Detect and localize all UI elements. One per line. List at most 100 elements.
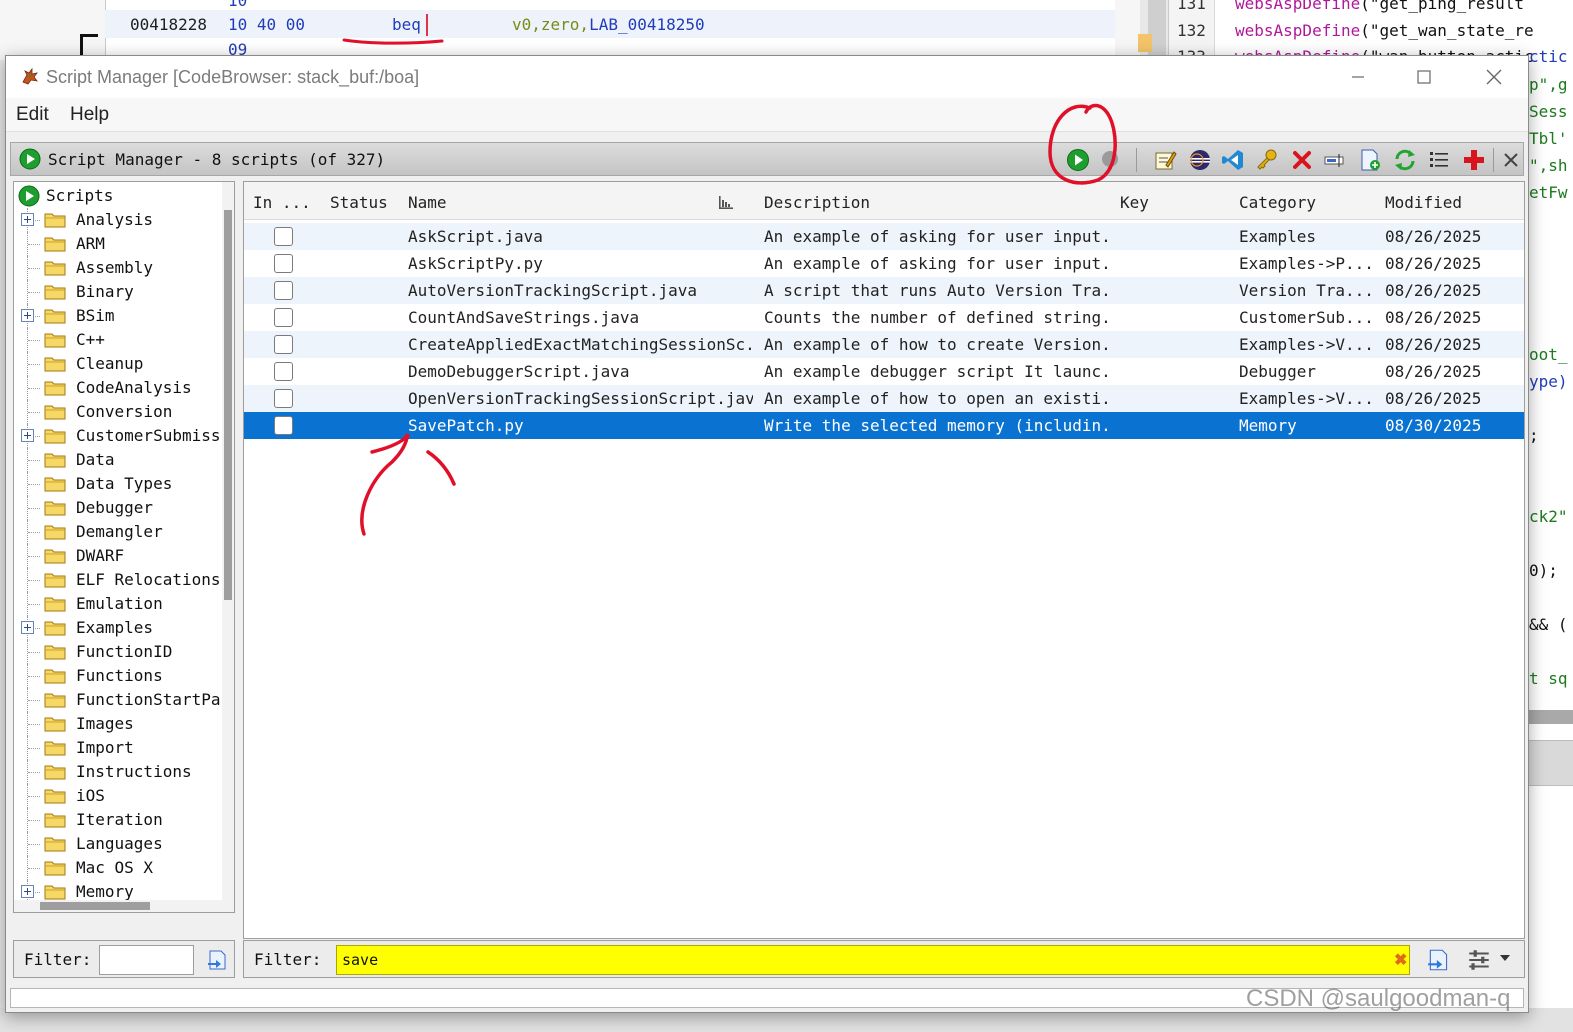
scripts-root-icon bbox=[18, 185, 40, 207]
menu-help[interactable]: Help bbox=[70, 104, 109, 126]
tree-item[interactable]: BSim bbox=[14, 304, 214, 328]
tree-item[interactable]: Functions bbox=[14, 664, 214, 688]
tree-item-label: DWARF bbox=[76, 546, 125, 565]
new-script-button[interactable] bbox=[1357, 147, 1383, 173]
expand-toggle-icon[interactable] bbox=[21, 885, 34, 898]
sort-ascending-icon[interactable] bbox=[717, 193, 735, 211]
window-titlebar[interactable]: Script Manager [CodeBrowser: stack_buf:/… bbox=[6, 56, 1528, 98]
eclipse-button[interactable] bbox=[1187, 147, 1213, 173]
vscode-button[interactable] bbox=[1220, 147, 1246, 173]
listing-marker[interactable] bbox=[1138, 34, 1152, 52]
decompiler-code-line[interactable]: websAspDefine("get_wan_state_re bbox=[1235, 21, 1534, 40]
tree-item[interactable]: FunctionID bbox=[14, 640, 214, 664]
run-script-button[interactable] bbox=[1065, 147, 1091, 173]
column-header-key[interactable]: Key bbox=[1120, 193, 1149, 212]
menu-edit[interactable]: Edit bbox=[16, 104, 49, 126]
add-script-button[interactable] bbox=[1461, 147, 1487, 173]
table-row[interactable]: OpenVersionTrackingSessionScript.java An … bbox=[244, 385, 1524, 412]
tree-item[interactable]: Analysis bbox=[14, 208, 214, 232]
script-filter-input[interactable] bbox=[336, 945, 1410, 975]
table-row[interactable]: DemoDebuggerScript.java An example debugg… bbox=[244, 358, 1524, 385]
script-directories-button[interactable] bbox=[1426, 147, 1452, 173]
tree-item[interactable]: iOS bbox=[14, 784, 214, 808]
category-filter-options-icon[interactable] bbox=[206, 948, 230, 972]
tree-item[interactable]: Mac OS X bbox=[14, 856, 214, 880]
in-toolbar-checkbox[interactable] bbox=[274, 308, 293, 327]
listing-operands[interactable]: v0,zero,LAB_00418250 bbox=[512, 15, 705, 34]
in-toolbar-checkbox[interactable] bbox=[274, 389, 293, 408]
rename-script-button[interactable] bbox=[1322, 147, 1348, 173]
tree-item[interactable]: Examples bbox=[14, 616, 214, 640]
tree-item[interactable]: Data bbox=[14, 448, 214, 472]
tree-item[interactable]: Demangler bbox=[14, 520, 214, 544]
in-toolbar-checkbox[interactable] bbox=[274, 416, 293, 435]
column-header-category[interactable]: Category bbox=[1239, 193, 1316, 212]
delete-script-button[interactable] bbox=[1289, 147, 1315, 173]
in-toolbar-checkbox[interactable] bbox=[274, 281, 293, 300]
column-header-status[interactable]: Status bbox=[330, 193, 388, 212]
table-row[interactable]: AutoVersionTrackingScript.java A script t… bbox=[244, 277, 1524, 304]
expand-toggle-icon[interactable] bbox=[21, 429, 34, 442]
expand-toggle-icon[interactable] bbox=[21, 213, 34, 226]
minimize-button[interactable] bbox=[1328, 60, 1388, 94]
tree-item[interactable]: Instructions bbox=[14, 760, 214, 784]
tree-item[interactable]: Iteration bbox=[14, 808, 214, 832]
clear-filter-icon[interactable]: ✖ bbox=[1394, 950, 1407, 970]
tree-vertical-scrollbar[interactable] bbox=[222, 182, 234, 912]
category-filter-input[interactable] bbox=[99, 945, 194, 975]
tree-item[interactable]: Images bbox=[14, 712, 214, 736]
run-last-script-button[interactable] bbox=[1097, 147, 1123, 173]
refresh-button[interactable] bbox=[1392, 147, 1418, 173]
table-row[interactable]: CreateAppliedExactMatchingSessionSc... An… bbox=[244, 331, 1524, 358]
tree-item[interactable]: Cleanup bbox=[14, 352, 214, 376]
column-header-in-toolbar[interactable]: In ... bbox=[253, 193, 311, 212]
in-toolbar-checkbox[interactable] bbox=[274, 362, 293, 381]
tree-item[interactable]: Languages bbox=[14, 832, 214, 856]
table-row[interactable]: AskScriptPy.py An example of asking for u… bbox=[244, 250, 1524, 277]
table-row[interactable]: CountAndSaveStrings.java Counts the numbe… bbox=[244, 304, 1524, 331]
tree-horizontal-scrollbar[interactable] bbox=[14, 900, 222, 912]
in-toolbar-checkbox[interactable] bbox=[274, 254, 293, 273]
column-header-modified[interactable]: Modified bbox=[1385, 193, 1462, 212]
run-script-icon bbox=[1067, 149, 1089, 171]
decompiler-code-line[interactable]: websAspDefine("get_ping_result bbox=[1235, 0, 1524, 13]
maximize-button[interactable] bbox=[1394, 60, 1454, 94]
decompiler-hscrollbar[interactable] bbox=[1527, 710, 1573, 724]
table-row[interactable]: AskScript.java An example of asking for u… bbox=[244, 223, 1524, 250]
listing-bytes[interactable]: 10 40 00 bbox=[228, 15, 305, 34]
tree-item[interactable]: C++ bbox=[14, 328, 214, 352]
table-row-selected[interactable]: SavePatch.py Write the selected memory (i… bbox=[244, 412, 1524, 439]
listing-mnemonic[interactable]: beq bbox=[392, 15, 421, 34]
tree-item[interactable]: Conversion bbox=[14, 400, 214, 424]
in-toolbar-checkbox[interactable] bbox=[274, 335, 293, 354]
tree-item[interactable]: Import bbox=[14, 736, 214, 760]
close-component-button[interactable] bbox=[1498, 147, 1524, 173]
tree-hscroll-thumb[interactable] bbox=[40, 902, 150, 910]
chevron-down-icon[interactable] bbox=[1498, 953, 1512, 963]
tree-item[interactable]: Assembly bbox=[14, 256, 214, 280]
tree-item[interactable]: Data Types bbox=[14, 472, 214, 496]
tree-root-scripts[interactable]: Scripts bbox=[14, 184, 214, 208]
listing-address[interactable]: 00418228 bbox=[130, 15, 207, 34]
tree-item[interactable]: Debugger bbox=[14, 496, 214, 520]
tree-item[interactable]: CodeAnalysis bbox=[14, 376, 214, 400]
column-header-name[interactable]: Name bbox=[408, 193, 447, 212]
tree-item[interactable]: ELF Relocations bbox=[14, 568, 221, 592]
tree-vscroll-thumb[interactable] bbox=[224, 210, 232, 600]
filter-options-icon[interactable] bbox=[1426, 947, 1452, 973]
close-button[interactable] bbox=[1464, 60, 1524, 94]
column-filter-icon[interactable] bbox=[1466, 947, 1492, 973]
tree-item[interactable]: Binary bbox=[14, 280, 214, 304]
column-header-description[interactable]: Description bbox=[764, 193, 870, 212]
tree-item[interactable]: Emulation bbox=[14, 592, 214, 616]
tree-item[interactable]: ARM bbox=[14, 232, 214, 256]
in-toolbar-checkbox[interactable] bbox=[274, 227, 293, 246]
listing-operand-label[interactable]: LAB_00418250 bbox=[589, 15, 705, 34]
tree-item[interactable]: FunctionStartPa bbox=[14, 688, 221, 712]
expand-toggle-icon[interactable] bbox=[21, 309, 34, 322]
tree-item[interactable]: CustomerSubmiss bbox=[14, 424, 221, 448]
key-binding-button[interactable] bbox=[1254, 147, 1280, 173]
tree-item[interactable]: DWARF bbox=[14, 544, 214, 568]
edit-script-button[interactable] bbox=[1152, 147, 1178, 173]
expand-toggle-icon[interactable] bbox=[21, 621, 34, 634]
